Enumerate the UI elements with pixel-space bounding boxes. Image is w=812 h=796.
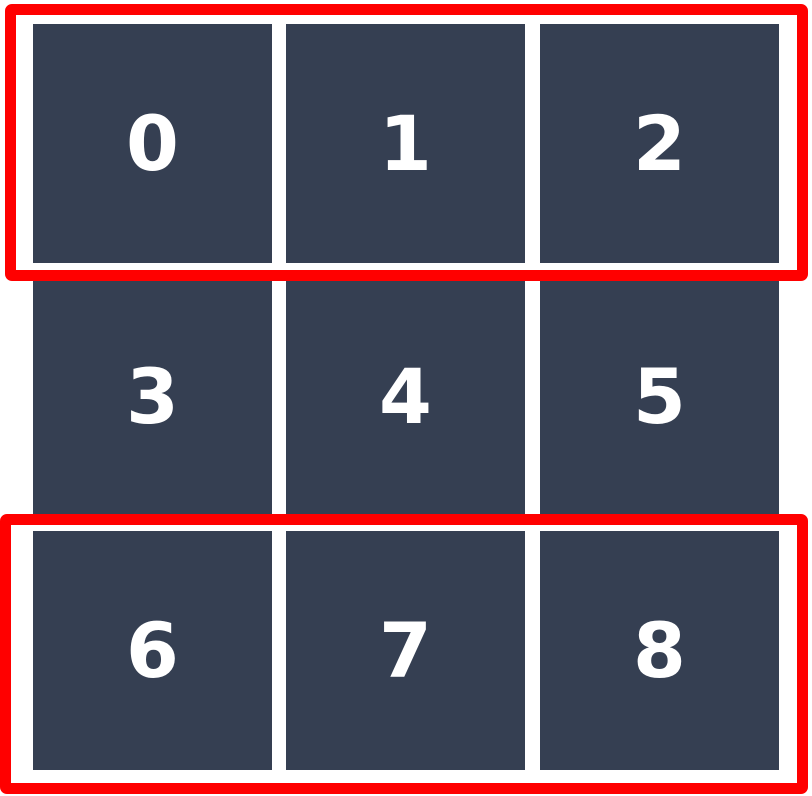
grid-cell-3: 3 (33, 277, 272, 516)
highlight-box-bottom-row (0, 514, 808, 794)
grid-cell-5: 5 (540, 277, 779, 516)
grid-cell-4: 4 (286, 277, 525, 516)
highlight-box-top-row (5, 4, 808, 281)
